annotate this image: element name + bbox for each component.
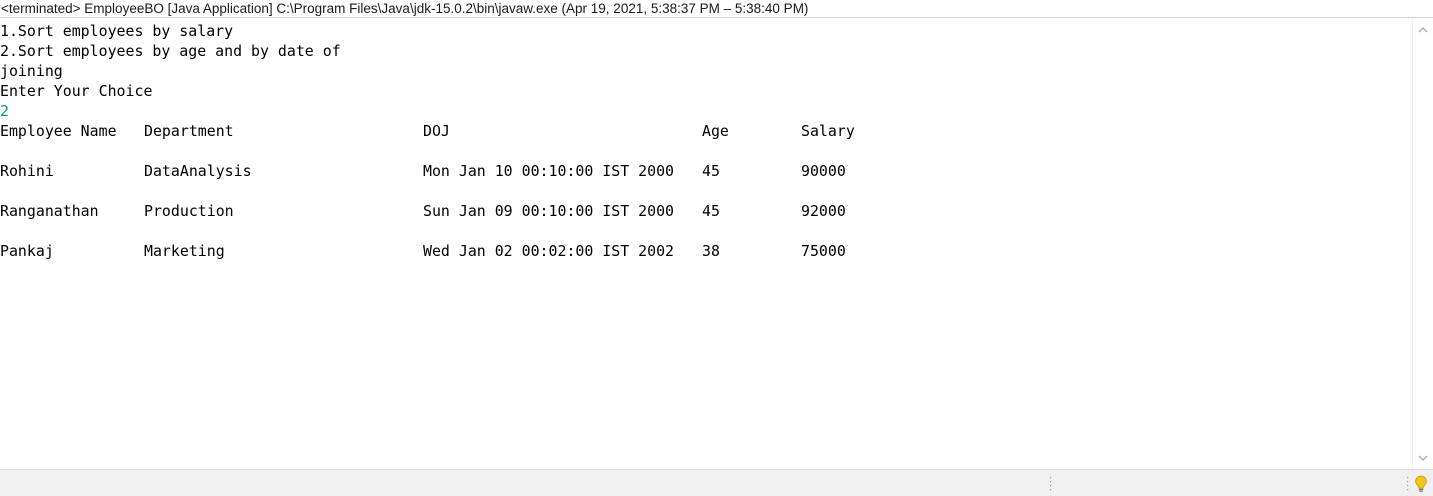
console-output[interactable]: 1.Sort employees by salary 2.Sort employ… — [0, 19, 1412, 469]
cell-age: 38 — [702, 242, 720, 260]
header-employee-name: Employee Name — [0, 122, 117, 140]
console-title-text: <terminated> EmployeeBO [Java Applicatio… — [1, 1, 809, 16]
cell-salary: 75000 — [801, 242, 846, 260]
cell-age: 45 — [702, 162, 720, 180]
cell-employee-name: Rohini — [0, 162, 54, 180]
console-line: joining — [0, 62, 63, 80]
header-salary: Salary — [801, 122, 855, 140]
cell-department: DataAnalysis — [144, 162, 252, 180]
cell-salary: 90000 — [801, 162, 846, 180]
lightbulb-icon[interactable] — [1414, 475, 1428, 493]
cell-age: 45 — [702, 202, 720, 220]
console-line: Enter Your Choice — [0, 82, 153, 100]
chevron-up-icon[interactable] — [1418, 25, 1428, 35]
vertical-scrollbar[interactable] — [1412, 19, 1433, 469]
cell-doj: Sun Jan 09 00:10:00 IST 2000 — [423, 202, 675, 220]
cell-department: Marketing — [144, 242, 225, 260]
header-age: Age — [702, 122, 729, 140]
header-doj: DOJ — [423, 122, 450, 140]
table-row: Pankaj Marketing Wed Jan 02 00:02:00 IST… — [0, 241, 1412, 261]
console-user-input: 2 — [0, 102, 9, 120]
table-header-row: Employee Name Department DOJ Age Salary — [0, 121, 1412, 141]
status-separator-grip[interactable] — [1406, 476, 1409, 492]
chevron-down-icon[interactable] — [1418, 453, 1428, 463]
header-department: Department — [144, 122, 234, 140]
status-bar — [0, 469, 1433, 496]
console-line: 1.Sort employees by salary — [0, 22, 234, 40]
console-line: 2.Sort employees by age and by date of — [0, 42, 341, 60]
cell-doj: Mon Jan 10 00:10:00 IST 2000 — [423, 162, 675, 180]
cell-department: Production — [144, 202, 234, 220]
cell-employee-name: Ranganathan — [0, 202, 99, 220]
table-row: Rohini DataAnalysis Mon Jan 10 00:10:00 … — [0, 161, 1412, 181]
table-row: Ranganathan Production Sun Jan 09 00:10:… — [0, 201, 1412, 221]
cell-salary: 92000 — [801, 202, 846, 220]
cell-doj: Wed Jan 02 00:02:00 IST 2002 — [423, 242, 675, 260]
console-title-bar: <terminated> EmployeeBO [Java Applicatio… — [0, 0, 1433, 18]
cell-employee-name: Pankaj — [0, 242, 54, 260]
status-separator-grip[interactable] — [1049, 476, 1052, 492]
